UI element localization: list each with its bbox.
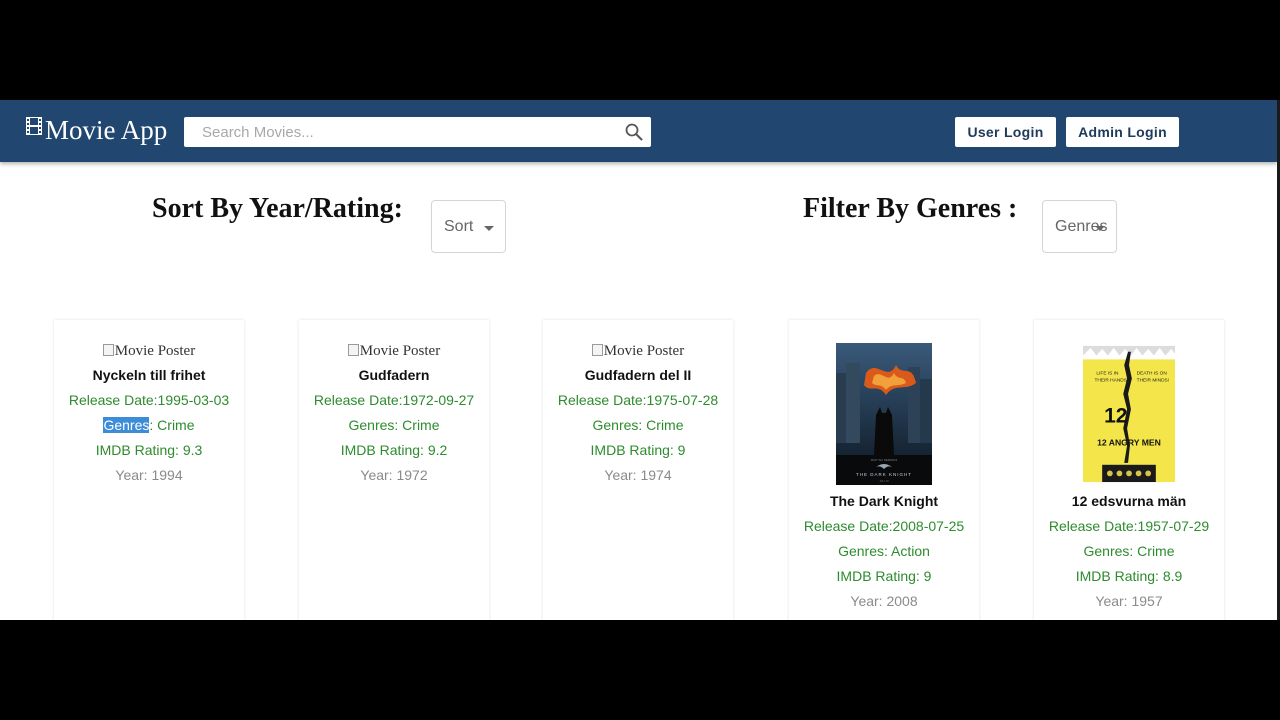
movie-poster[interactable]: LIFE IS IN THEIR HANDS DEATH IS ON THEIR… xyxy=(1083,343,1175,485)
search-input[interactable] xyxy=(184,117,624,147)
movie-title: Nyckeln till frihet xyxy=(92,367,206,383)
genres: Genres: Crime xyxy=(54,416,244,434)
year: Year: 1972 xyxy=(360,467,428,483)
chevron-down-icon xyxy=(484,226,494,231)
broken-image-icon xyxy=(347,344,359,356)
poster-alt-text: Movie Poster xyxy=(114,343,196,359)
movie-poster: Movie Poster xyxy=(299,343,489,359)
svg-text:THE DARK KNIGHT: THE DARK KNIGHT xyxy=(856,472,912,477)
genres: Genres: Crime xyxy=(592,417,684,433)
brand-name: Movie App xyxy=(45,115,168,145)
broken-image-icon xyxy=(102,344,114,356)
user-login-button[interactable]: User Login xyxy=(955,117,1056,147)
movie-poster[interactable]: WHY SO SERIOUS THE DARK KNIGHT JULY 18 xyxy=(836,343,932,485)
poster-alt-text: Movie Poster xyxy=(603,343,685,359)
genres: Genres: Crime xyxy=(348,417,440,433)
imdb-rating: IMDB Rating: 9.3 xyxy=(95,442,203,458)
sort-label: Sort By Year/Rating: xyxy=(152,193,403,224)
movie-card[interactable]: WHY SO SERIOUS THE DARK KNIGHT JULY 18 T… xyxy=(789,320,979,620)
movie-title: Gudfadern del II xyxy=(584,367,692,383)
genre-select[interactable]: Genres xyxy=(1042,200,1117,253)
release-date: Release Date:1975-07-28 xyxy=(557,392,719,408)
release-date: Release Date:2008-07-25 xyxy=(803,518,965,534)
svg-text:12 ANGRY MEN: 12 ANGRY MEN xyxy=(1097,438,1161,448)
genres: Genres: Action xyxy=(838,543,930,559)
movie-card[interactable]: Movie Poster Gudfadern del II Release Da… xyxy=(543,320,733,620)
admin-login-button[interactable]: Admin Login xyxy=(1066,117,1179,147)
genres: Genres: Crime xyxy=(1083,543,1175,559)
release-date: Release Date:1972-09-27 xyxy=(313,392,475,408)
sort-select[interactable]: Sort xyxy=(431,200,506,253)
year: Year: 1994 xyxy=(115,467,183,483)
svg-text:DEATH IS ON: DEATH IS ON xyxy=(1137,371,1168,377)
genres-value: : Crime xyxy=(149,417,195,433)
year: Year: 1957 xyxy=(1095,593,1163,609)
film-icon xyxy=(26,117,42,135)
chevron-down-icon xyxy=(1095,226,1105,231)
poster-alt-text: Movie Poster xyxy=(359,343,441,359)
movie-card[interactable]: Movie Poster Gudfadern Release Date:1972… xyxy=(299,320,489,620)
year: Year: 1974 xyxy=(604,467,672,483)
release-date: Release Date:1957-07-29 xyxy=(1048,518,1210,534)
genre-filter-label: Filter By Genres : xyxy=(803,193,1018,224)
brand[interactable]: Movie App xyxy=(26,114,167,146)
app-viewport: Movie App User Login Admin Login Sort By… xyxy=(0,100,1277,620)
release-date: Release Date:1995-03-03 xyxy=(68,392,230,408)
search-bar xyxy=(184,117,651,147)
selected-text: Genres xyxy=(103,417,150,433)
movie-title: Gudfadern xyxy=(358,367,430,383)
svg-text:WHY SO SERIOUS: WHY SO SERIOUS xyxy=(871,458,897,462)
movie-poster: Movie Poster xyxy=(543,343,733,359)
svg-text:LIFE IS IN: LIFE IS IN xyxy=(1096,371,1119,377)
navbar: Movie App User Login Admin Login xyxy=(0,100,1277,162)
movie-title: 12 edsvurna män xyxy=(1071,493,1187,509)
sort-select-value: Sort xyxy=(444,218,474,235)
svg-text:12: 12 xyxy=(1104,405,1127,428)
imdb-rating: IMDB Rating: 9 xyxy=(590,442,686,458)
svg-text:THEIR HANDS: THEIR HANDS xyxy=(1095,377,1127,383)
search-icon[interactable] xyxy=(625,123,643,141)
svg-text:THEIR MINDS!: THEIR MINDS! xyxy=(1137,377,1169,383)
imdb-rating: IMDB Rating: 8.9 xyxy=(1075,568,1183,584)
broken-image-icon xyxy=(591,344,603,356)
movie-card[interactable]: LIFE IS IN THEIR HANDS DEATH IS ON THEIR… xyxy=(1034,320,1224,620)
svg-text:JULY 18: JULY 18 xyxy=(879,480,889,483)
movie-title: The Dark Knight xyxy=(829,493,939,509)
movie-card[interactable]: Movie Poster Nyckeln till frihet Release… xyxy=(54,320,244,620)
year: Year: 2008 xyxy=(850,593,918,609)
imdb-rating: IMDB Rating: 9.2 xyxy=(340,442,448,458)
imdb-rating: IMDB Rating: 9 xyxy=(836,568,932,584)
movie-poster: Movie Poster xyxy=(54,343,244,359)
